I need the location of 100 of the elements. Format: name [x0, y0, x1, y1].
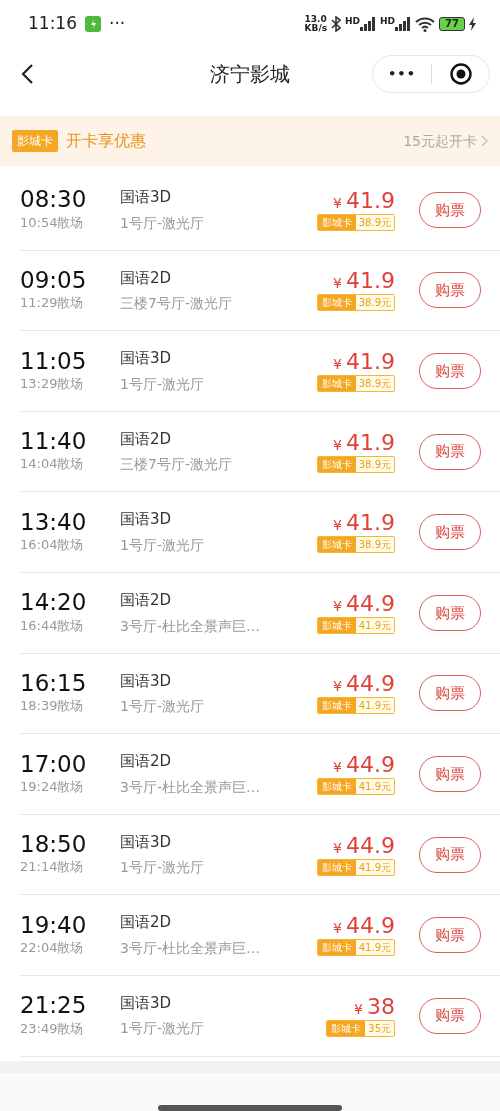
end-time: 19:24散场 [20, 777, 85, 796]
language-format: 国语2D [120, 590, 173, 611]
battery-level: 77 [439, 17, 465, 31]
back-icon[interactable] [20, 63, 34, 85]
card-label: 影城卡 [317, 698, 356, 714]
status-time: 11:16 [28, 12, 77, 36]
signal-icon [360, 17, 377, 31]
card-price: 38.9元 [355, 376, 394, 391]
buy-button[interactable]: 购票 [419, 514, 481, 551]
card-label: 影城卡 [327, 1020, 366, 1036]
close-mini-program-icon[interactable] [450, 63, 472, 85]
network-speed: 13.0 [304, 15, 328, 24]
language-format: 国语3D [120, 670, 173, 692]
end-time: 10:54散场 [20, 213, 85, 232]
currency-symbol: ¥ [354, 999, 363, 1019]
hall-name: 三楼7号厅-激光厅 [120, 455, 232, 475]
card-price: 41.9元 [355, 778, 394, 794]
card-price: 38.9元 [355, 537, 394, 553]
buy-button[interactable]: 购票 [419, 755, 481, 792]
language-format: 国语3D [120, 348, 173, 370]
language-format: 国语3D [120, 993, 173, 1014]
start-time: 19:40 [20, 912, 88, 939]
charging-icon [469, 17, 476, 31]
language-format: 国语2D [120, 428, 173, 450]
language-format: 国语3D [120, 831, 173, 853]
start-time: 09:05 [20, 268, 88, 294]
ticket-price: 44.9 [346, 672, 395, 697]
currency-symbol: ¥ [333, 838, 342, 858]
promo-text: 开卡享优惠 [66, 130, 146, 152]
page-title: 济宁影城 [210, 61, 290, 88]
signal-icon [395, 17, 412, 31]
end-time: 23:49散场 [20, 1019, 85, 1038]
ticket-price: 44.9 [346, 752, 395, 778]
buy-button[interactable]: 购票 [419, 675, 481, 712]
end-time: 22:04散场 [20, 939, 85, 958]
language-format: 国语3D [120, 509, 173, 531]
ticket-price: 44.9 [346, 833, 395, 858]
currency-symbol: ¥ [333, 355, 342, 374]
hall-name: 1号厅-激光厅 [120, 213, 204, 233]
hd-label: HD [380, 17, 396, 26]
ticket-price: 38 [367, 994, 395, 1019]
more-button[interactable]: ••• [373, 64, 431, 84]
ticket-price: 41.9 [346, 188, 395, 213]
buy-button[interactable]: 购票 [419, 594, 481, 631]
currency-symbol: ¥ [333, 274, 342, 294]
language-format: 国语2D [120, 267, 173, 289]
hall-name: 1号厅-激光厅 [120, 697, 204, 717]
end-time: 16:04散场 [20, 536, 85, 555]
buy-button[interactable]: 购票 [419, 997, 481, 1034]
card-label: 影城卡 [317, 778, 356, 794]
hall-name: 1号厅-激光厅 [120, 858, 204, 878]
end-time: 16:44散场 [20, 616, 85, 635]
buy-button[interactable]: 购票 [419, 836, 481, 873]
buy-button[interactable]: 购票 [419, 917, 481, 954]
hall-name: 1号厅-激光厅 [120, 374, 204, 394]
buy-button[interactable]: 购票 [419, 272, 481, 309]
card-price: 41.9元 [355, 698, 394, 714]
ticket-price: 41.9 [346, 350, 395, 375]
ticket-price: 41.9 [346, 511, 395, 536]
ticket-price: 41.9 [346, 269, 395, 294]
end-time: 18:39散场 [20, 697, 85, 716]
ticket-price: 41.9 [346, 430, 395, 455]
currency-symbol: ¥ [333, 435, 342, 455]
buy-button[interactable]: 购票 [419, 353, 481, 389]
card-label: 影城卡 [317, 537, 356, 553]
hall-name: 3号厅-杜比全景声巨… [120, 938, 260, 958]
card-label: 影城卡 [317, 456, 356, 472]
ticket-price: 44.9 [346, 914, 395, 939]
currency-symbol: ¥ [333, 919, 342, 939]
currency-symbol: ¥ [333, 193, 342, 213]
start-time: 11:05 [20, 348, 88, 374]
card-price: 38.9元 [355, 214, 394, 230]
buy-button[interactable]: 购票 [419, 191, 481, 228]
language-format: 国语3D [120, 187, 173, 209]
end-time: 21:14散场 [20, 858, 85, 877]
card-label: 影城卡 [317, 617, 356, 633]
chevron-right-icon [481, 135, 488, 147]
card-label: 影城卡 [317, 859, 356, 875]
card-price: 41.9元 [355, 940, 394, 956]
ticket-price: 44.9 [346, 591, 395, 616]
hall-name: 1号厅-激光厅 [120, 535, 204, 555]
start-time: 17:00 [20, 751, 88, 777]
more-notifications: ··· [109, 12, 126, 36]
start-time: 13:40 [20, 509, 88, 536]
buy-button[interactable]: 购票 [419, 433, 481, 470]
end-time: 14:04散场 [20, 455, 85, 474]
currency-symbol: ¥ [333, 596, 342, 616]
hall-name: 3号厅-杜比全景声巨… [120, 777, 260, 797]
card-badge: 影城卡 [12, 130, 58, 152]
card-price: 38.9元 [355, 456, 394, 472]
card-label: 影城卡 [317, 376, 356, 391]
card-label: 影城卡 [317, 295, 356, 311]
start-time: 11:40 [20, 429, 88, 455]
card-label: 影城卡 [317, 214, 356, 230]
hd-label: HD [345, 17, 361, 26]
app-icon [85, 16, 101, 32]
hall-name: 三楼7号厅-激光厅 [120, 294, 232, 314]
currency-symbol: ¥ [333, 757, 342, 777]
bluetooth-icon [331, 16, 342, 32]
speed-unit: KB/s [304, 24, 328, 33]
